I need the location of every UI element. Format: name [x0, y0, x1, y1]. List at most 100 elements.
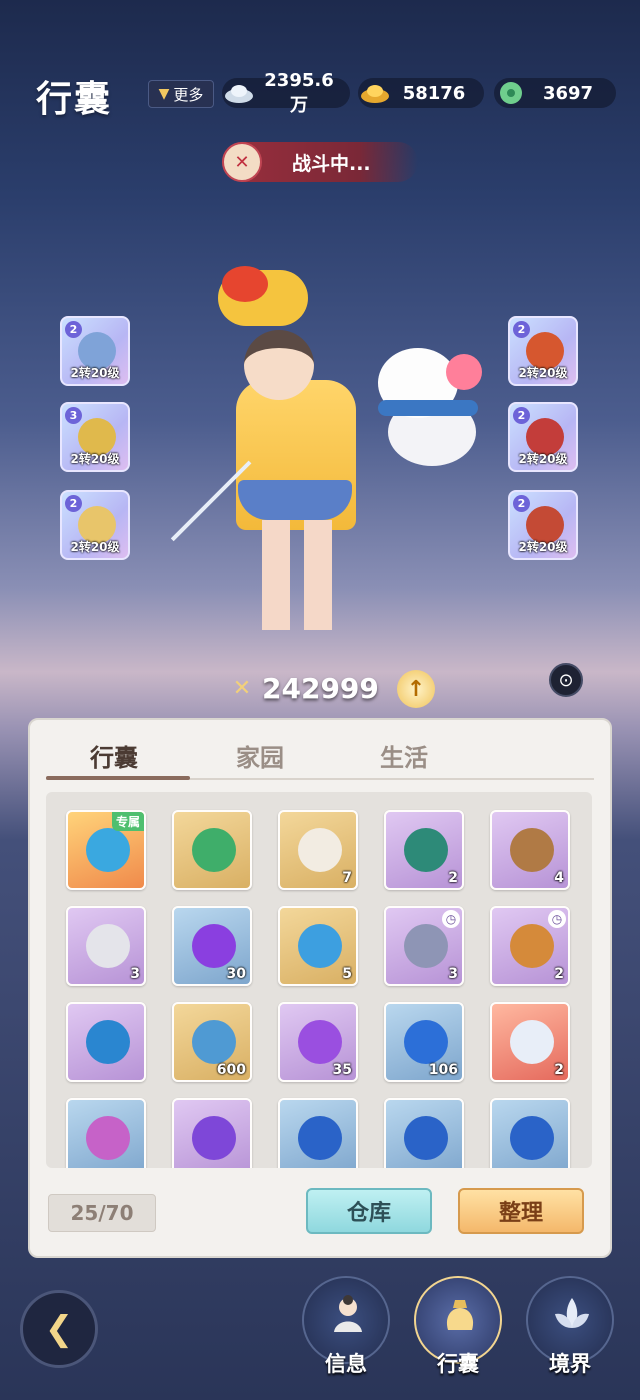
slot-level: 2	[65, 495, 82, 512]
slot-label: 2转20级	[518, 366, 568, 380]
equip-slot-left-1[interactable]: 2 2转20级	[60, 316, 130, 386]
item-count: 2	[554, 1062, 564, 1078]
inventory-item[interactable]	[172, 810, 252, 890]
equip-slot-left-3[interactable]: 2 2转20级	[60, 490, 130, 560]
equip-slot-right-2[interactable]: 2 2转20级	[508, 402, 578, 472]
magic-lamp-icon	[86, 1020, 130, 1064]
warehouse-button[interactable]: 仓库	[306, 1188, 432, 1234]
unlock-icon[interactable]: ⊙	[549, 663, 583, 697]
battle-status-bar[interactable]: ✕ 战斗中...	[222, 142, 418, 182]
inventory-item[interactable]: 106	[384, 1002, 464, 1082]
inventory-item[interactable]	[278, 1098, 358, 1168]
training-book-icon	[192, 1020, 236, 1064]
equip-slot-right-3[interactable]: 2 2转20级	[508, 490, 578, 560]
gold-ingot-icon	[358, 78, 392, 108]
pink-pet	[446, 354, 482, 390]
inventory-item[interactable]: ◷ 3	[384, 906, 464, 986]
crystal-ball-icon	[298, 1116, 342, 1160]
clock-icon: ◷	[548, 910, 566, 928]
inventory-item[interactable]: 35	[278, 1002, 358, 1082]
berries-icon	[510, 924, 554, 968]
gold-value: 58176	[402, 82, 466, 104]
banana-icon	[404, 924, 448, 968]
slot-label: 2转20级	[518, 540, 568, 554]
inventory-item[interactable]: 7	[278, 810, 358, 890]
slot-level: 2	[65, 321, 82, 338]
character-legs	[262, 520, 332, 630]
peacock-statue-icon	[404, 828, 448, 872]
inventory-item[interactable]: 600	[172, 1002, 252, 1082]
inventory-item[interactable]: 专属	[66, 810, 146, 890]
crystal-ball-icon	[510, 1116, 554, 1160]
slot-label: 2转20级	[518, 452, 568, 466]
nav-bag-label: 行囊	[437, 1352, 479, 1376]
flame-icon	[192, 924, 236, 968]
flower-icon	[86, 1116, 130, 1160]
item-count: 30	[226, 966, 246, 982]
jade-value: 3697	[542, 82, 594, 104]
item-count: 2	[554, 966, 564, 982]
crossed-swords-icon: ✕	[222, 142, 262, 182]
crystal-ball-icon	[298, 1020, 342, 1064]
back-button[interactable]: ❮	[20, 1290, 98, 1368]
item-count: 2	[448, 870, 458, 886]
bag-icon	[438, 1292, 482, 1336]
character-skirt	[238, 480, 352, 520]
inventory-item[interactable]: 2	[490, 1002, 570, 1082]
more-button[interactable]: ▼ 更多	[148, 80, 214, 108]
item-count: 3	[448, 966, 458, 982]
item-count: 3	[130, 966, 140, 982]
slot-level: 2	[513, 407, 530, 424]
bowl-icon	[510, 828, 554, 872]
power-up-button[interactable]: ↑	[397, 670, 435, 708]
item-grid: 专属 7 2 4 3 30 5 ◷ 3 ◷ 2 600 35 106 2	[46, 792, 592, 1168]
inventory-item[interactable]	[490, 1098, 570, 1168]
page-title: 行囊	[36, 79, 113, 120]
tab-home[interactable]: 家园	[236, 738, 284, 773]
clock-icon: ◷	[442, 910, 460, 928]
jade-icon	[494, 78, 528, 108]
slot-level: 2	[513, 495, 530, 512]
nav-realm-label: 境界	[549, 1352, 591, 1376]
scroll-book-icon	[192, 828, 236, 872]
inventory-item[interactable]	[66, 1098, 146, 1168]
inventory-item[interactable]: 4	[490, 810, 570, 890]
slot-level: 3	[65, 407, 82, 424]
lotus-icon	[550, 1292, 594, 1336]
item-count: 4	[554, 870, 564, 886]
combat-power-value: 242999	[262, 671, 379, 705]
capacity-counter: 25/70	[48, 1194, 156, 1232]
inventory-item[interactable]: ◷ 2	[490, 906, 570, 986]
slot-label: 2转20级	[70, 540, 120, 554]
tab-active-indicator	[46, 776, 190, 780]
currency-jade[interactable]: 3697	[494, 78, 616, 108]
silver-ingot-icon	[222, 78, 256, 108]
inventory-item[interactable]: 2	[384, 810, 464, 890]
nav-info-label: 信息	[325, 1352, 367, 1376]
sort-button[interactable]: 整理	[458, 1188, 584, 1234]
crystal-ball-icon	[192, 1116, 236, 1160]
chevron-down-icon: ▼	[158, 86, 170, 102]
cup-icon	[298, 828, 342, 872]
currency-gold[interactable]: 58176	[358, 78, 484, 108]
equip-slot-right-1[interactable]: 2 2转20级	[508, 316, 578, 386]
crystal-ball-icon	[404, 1020, 448, 1064]
inventory-item[interactable]	[66, 1002, 146, 1082]
battle-status-text: 战斗中...	[292, 152, 371, 175]
item-count: 106	[428, 1062, 458, 1078]
slot-level: 2	[513, 321, 530, 338]
inventory-item[interactable]	[384, 1098, 464, 1168]
blade-icon	[86, 924, 130, 968]
inventory-item[interactable]: 3	[66, 906, 146, 986]
inventory-item[interactable]	[172, 1098, 252, 1168]
character-head	[244, 330, 314, 400]
slot-label: 2转20级	[70, 452, 120, 466]
currency-silver[interactable]: 2395.6万	[222, 70, 350, 116]
tab-life[interactable]: 生活	[380, 738, 428, 773]
equip-slot-left-2[interactable]: 3 2转20级	[60, 402, 130, 472]
inventory-item[interactable]: 30	[172, 906, 252, 986]
inventory-item[interactable]: 5	[278, 906, 358, 986]
lion-mask	[222, 266, 268, 302]
tab-bag[interactable]: 行囊	[90, 738, 138, 773]
crossed-swords-icon: ✕	[232, 675, 252, 701]
